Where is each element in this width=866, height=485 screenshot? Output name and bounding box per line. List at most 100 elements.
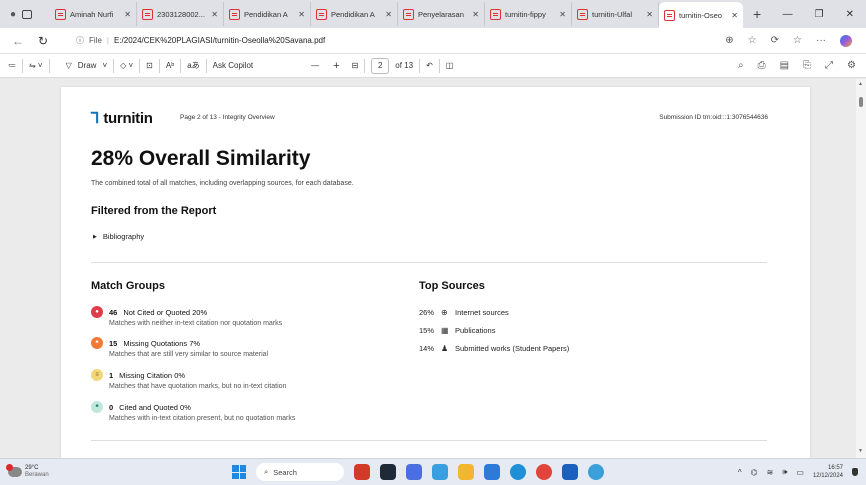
clock-date: 12/12/2024 [812,473,843,479]
refresh-icon[interactable]: ↻ [38,34,48,48]
search-placeholder: Search [273,467,297,477]
chevron-down-icon[interactable]: ˅ [102,61,107,70]
rotate-icon[interactable]: ↶ [426,61,433,70]
extensions-icon[interactable]: ⟳ [771,35,779,46]
network-icon[interactable]: ⌬ [751,468,758,477]
close-icon[interactable]: ✕ [559,10,566,19]
page-number-input[interactable]: 2 [371,57,390,74]
edge-icon[interactable] [510,464,526,480]
browser-tab[interactable]: turnitin-Ulfal ✕ [572,2,659,26]
chevron-up-icon[interactable]: ^ [738,468,742,477]
browser-tab[interactable]: turnitin-fippy ✕ [485,2,572,26]
edge-beta-icon[interactable] [588,464,604,480]
browser-tab[interactable]: 2303128002... ✕ [137,2,224,26]
contents-icon[interactable]: ≔ [8,61,16,70]
scroll-up-icon[interactable]: ▲ [858,81,863,87]
page-view-icon[interactable]: ◫ [446,61,454,70]
favorite-star-icon[interactable]: ☆ [748,35,757,46]
copilot-icon[interactable] [840,34,852,47]
browser-tab[interactable]: Pendidikan A ✕ [311,2,398,26]
draw-button[interactable]: Draw [78,61,97,70]
word-icon[interactable] [562,464,578,480]
text-size-icon[interactable]: Aᵇ [166,61,174,70]
save-as-icon[interactable]: ⎘ [803,60,811,71]
text-box-icon[interactable]: ⊡ [146,61,153,70]
ask-copilot-button[interactable]: Ask Copilot [213,61,253,70]
turnitin-logo: ⅂ turnitin [91,109,153,128]
tab-title: turnitin-Ulfal [592,9,633,19]
restore-icon[interactable]: ❐ [815,9,824,20]
favorites-icon[interactable]: ☆ [793,35,802,46]
tab-actions-icon[interactable] [22,9,33,19]
read-aloud-icon[interactable]: ⇋ ˅ [29,61,43,70]
match-label: Missing Quotations 7% [123,338,201,348]
windows-taskbar: 29°C Berawan ⌕ Search ^ ⌬ ≋ 🕪 ▭ 16:57 12… [0,458,866,485]
url-text[interactable]: E:/2024/CEK%20PLAGIASI/turnitin-Oseolla%… [114,36,325,45]
print-icon[interactable]: ⎙ [758,60,766,71]
search-icon[interactable]: ⌕ [738,60,744,71]
windows-start-icon[interactable] [232,465,246,479]
taskbar-search[interactable]: ⌕ Search [256,463,344,481]
draw-icon[interactable]: ▽ [66,61,72,70]
address-bar[interactable]: ⓘ File | E:/2024/CEK%20PLAGIASI/turnitin… [76,30,726,51]
file-explorer-icon[interactable] [458,464,474,480]
tab-title: Penyelarasan [418,9,464,19]
clock[interactable]: 16:57 12/12/2024 [813,464,843,480]
close-icon[interactable]: ✕ [211,10,218,19]
address-bar-row: ← ↻ ⓘ File | E:/2024/CEK%20PLAGIASI/turn… [0,28,866,54]
close-icon[interactable]: ✕ [731,11,738,20]
close-icon[interactable]: ✕ [385,10,392,19]
battery-icon[interactable]: ▭ [796,468,804,477]
match-group: ❝ 15 Missing Quotations 7% Matches that ar… [91,337,411,358]
turnitin-logo-icon: ⅂ [91,110,100,127]
settings-icon[interactable]: ⚙ [847,60,856,71]
close-icon[interactable]: ✕ [646,10,653,19]
browser-tab-active[interactable]: turnitin-Oseo ✕ [659,2,743,28]
weather-widget[interactable]: 29°C Berawan [0,464,200,479]
chrome-icon[interactable] [536,464,552,480]
profile-icon[interactable]: ● [10,9,16,20]
browser-tab[interactable]: Pendidikan A ✕ [224,2,311,26]
zoom-page-group: — + ⊟ 2 of 13 ↶ ◫ [303,57,461,74]
task-view-icon[interactable] [380,464,396,480]
wifi-icon[interactable]: ≋ [767,468,774,477]
close-icon[interactable]: ✕ [124,10,131,19]
widgets-icon[interactable] [406,464,422,480]
match-count: 46 [109,307,118,317]
app-icon[interactable] [354,464,370,480]
top-source-row: 26% ⊕ Internet sources [419,308,509,317]
vertical-scrollbar[interactable]: ▲ ▼ [856,79,866,458]
divider [91,262,767,263]
page-total: of 13 [395,61,414,70]
zoom-icon[interactable]: ⊕ [725,35,733,46]
browser-tab[interactable]: Penyelarasan ✕ [398,2,485,26]
close-window-icon[interactable]: ✕ [846,9,854,20]
close-icon[interactable]: ✕ [472,10,479,19]
translate-icon[interactable]: aあ [187,60,199,71]
more-menu-icon[interactable]: ··· [816,35,826,46]
browser-tab[interactable]: Aminah Nurfi ✕ [50,2,137,26]
fit-page-icon[interactable]: ⊟ [352,61,359,70]
back-icon[interactable]: ← [12,34,24,48]
filtered-item-label: Bibliography [102,232,145,241]
minimize-icon[interactable]: — [783,9,793,20]
erase-icon[interactable]: ◇ ˅ [120,61,133,70]
new-tab-button[interactable]: + [743,6,771,22]
zoom-in-button[interactable]: + [333,60,339,72]
chat-icon[interactable] [432,464,448,480]
close-icon[interactable]: ✕ [298,10,305,19]
expand-icon[interactable]: ⤢ [825,60,833,71]
nav-buttons: ← ↻ [0,34,76,48]
notification-icon[interactable] [852,468,858,476]
volume-icon[interactable]: 🕪 [782,467,787,477]
tab-title: 2303128002... [157,9,205,19]
filtered-title: Filtered from the Report [91,205,217,217]
divider [180,58,182,73]
zoom-out-button[interactable]: — [311,61,319,70]
store-icon[interactable] [484,464,500,480]
info-icon[interactable]: ⓘ [76,35,84,46]
save-icon[interactable]: ▤ [780,60,789,71]
scroll-down-icon[interactable]: ▼ [858,448,863,454]
missing-quotations-icon: ❝ [91,337,103,349]
scrollbar-thumb[interactable] [859,97,863,107]
